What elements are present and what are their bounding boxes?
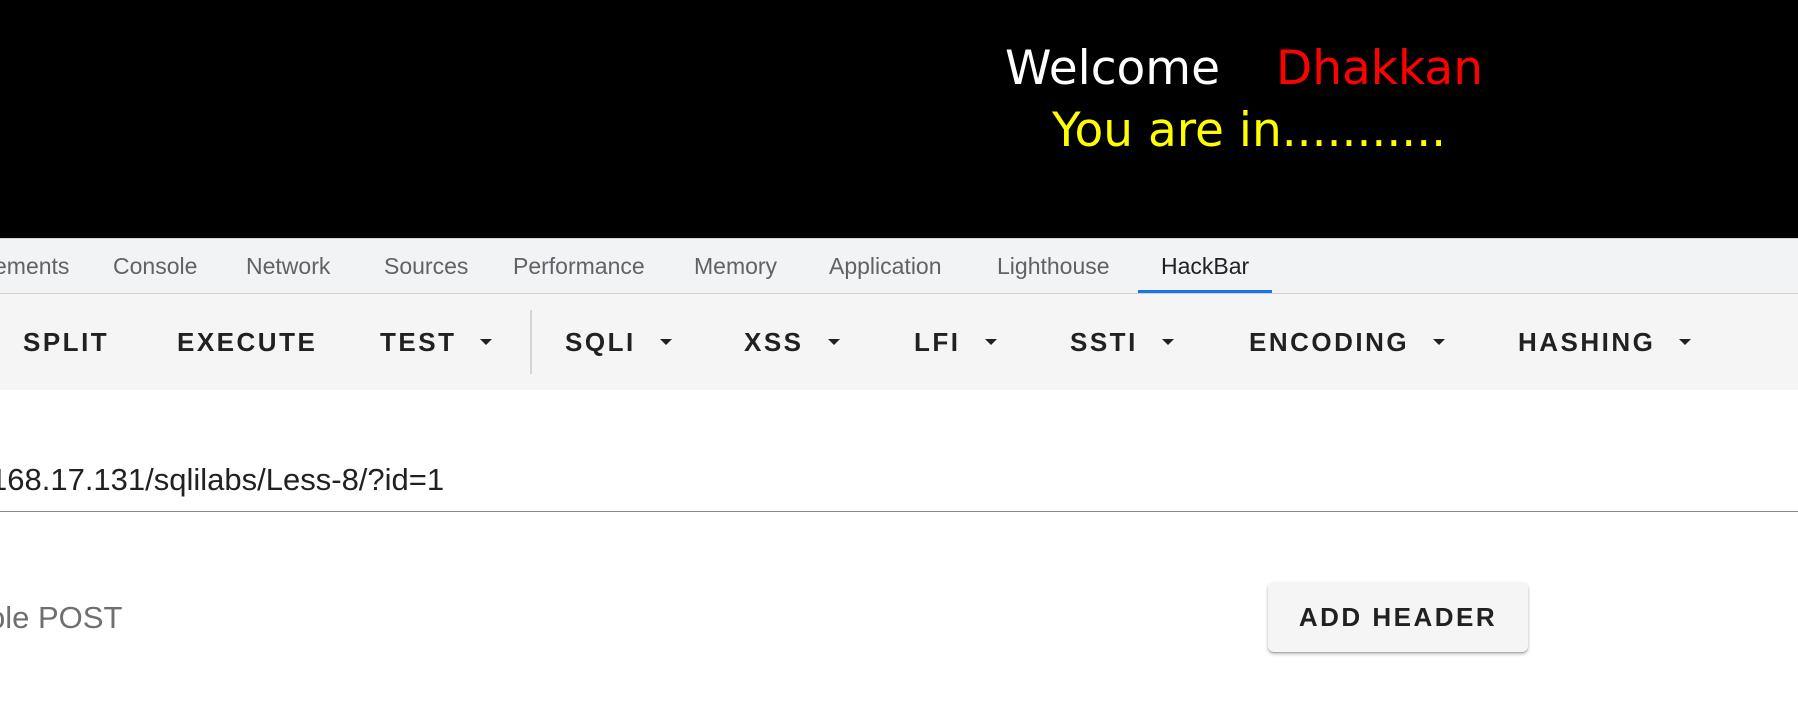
enable-post-toggle[interactable]: ole POST <box>0 598 122 638</box>
toolbar-divider <box>530 310 532 374</box>
user-name: Dhakkan <box>1276 41 1483 96</box>
encoding-menu-label: ENCODING <box>1249 327 1410 357</box>
status-message: You are in........... <box>1052 103 1447 158</box>
tab-elements[interactable]: ements <box>0 239 69 293</box>
tab-sources[interactable]: Sources <box>384 239 468 293</box>
lfi-menu-button[interactable]: LFI <box>914 294 997 390</box>
caret-down-icon <box>984 339 997 346</box>
tab-memory[interactable]: Memory <box>694 239 777 293</box>
execute-button[interactable]: EXECUTE <box>177 294 317 390</box>
execute-button-label: EXECUTE <box>177 327 318 357</box>
active-tab-indicator <box>1138 290 1272 293</box>
tab-lighthouse[interactable]: Lighthouse <box>997 239 1110 293</box>
page-banner: Welcome Dhakkan You are in........... <box>0 0 1798 238</box>
split-button[interactable]: SPLIT <box>23 294 109 390</box>
xss-menu-button[interactable]: XSS <box>744 294 840 390</box>
tab-network[interactable]: Network <box>246 239 330 293</box>
encoding-menu-button[interactable]: ENCODING <box>1249 294 1446 390</box>
hashing-menu-label: HASHING <box>1518 327 1656 357</box>
caret-down-icon <box>1161 339 1174 346</box>
welcome-text: Welcome <box>1005 41 1220 96</box>
caret-down-icon <box>659 339 672 346</box>
tab-performance[interactable]: Performance <box>513 239 645 293</box>
test-menu-label: TEST <box>380 327 457 357</box>
caret-down-icon <box>480 339 493 346</box>
hashing-menu-button[interactable]: HASHING <box>1518 294 1692 390</box>
caret-down-icon <box>1433 339 1446 346</box>
caret-down-icon <box>1679 339 1692 346</box>
lfi-menu-label: LFI <box>914 327 961 357</box>
url-input[interactable] <box>0 448 1798 512</box>
tab-console[interactable]: Console <box>113 239 197 293</box>
devtools-tab-bar: ements Console Network Sources Performan… <box>0 238 1798 294</box>
hackbar-toolbar: SPLIT EXECUTE TEST SQLI XSS LFI SSTI ENC… <box>0 294 1798 390</box>
ssti-menu-button[interactable]: SSTI <box>1070 294 1174 390</box>
welcome-line: Welcome Dhakkan <box>1005 40 1483 98</box>
sqli-menu-label: SQLI <box>565 327 636 357</box>
split-button-label: SPLIT <box>23 327 110 357</box>
xss-menu-label: XSS <box>744 327 804 357</box>
add-header-button[interactable]: ADD HEADER <box>1268 582 1528 652</box>
ssti-menu-label: SSTI <box>1070 327 1138 357</box>
tab-application[interactable]: Application <box>829 239 942 293</box>
caret-down-icon <box>827 339 840 346</box>
tab-hackbar[interactable]: HackBar <box>1161 239 1249 293</box>
test-menu-button[interactable]: TEST <box>380 294 493 390</box>
sqli-menu-button[interactable]: SQLI <box>565 294 672 390</box>
